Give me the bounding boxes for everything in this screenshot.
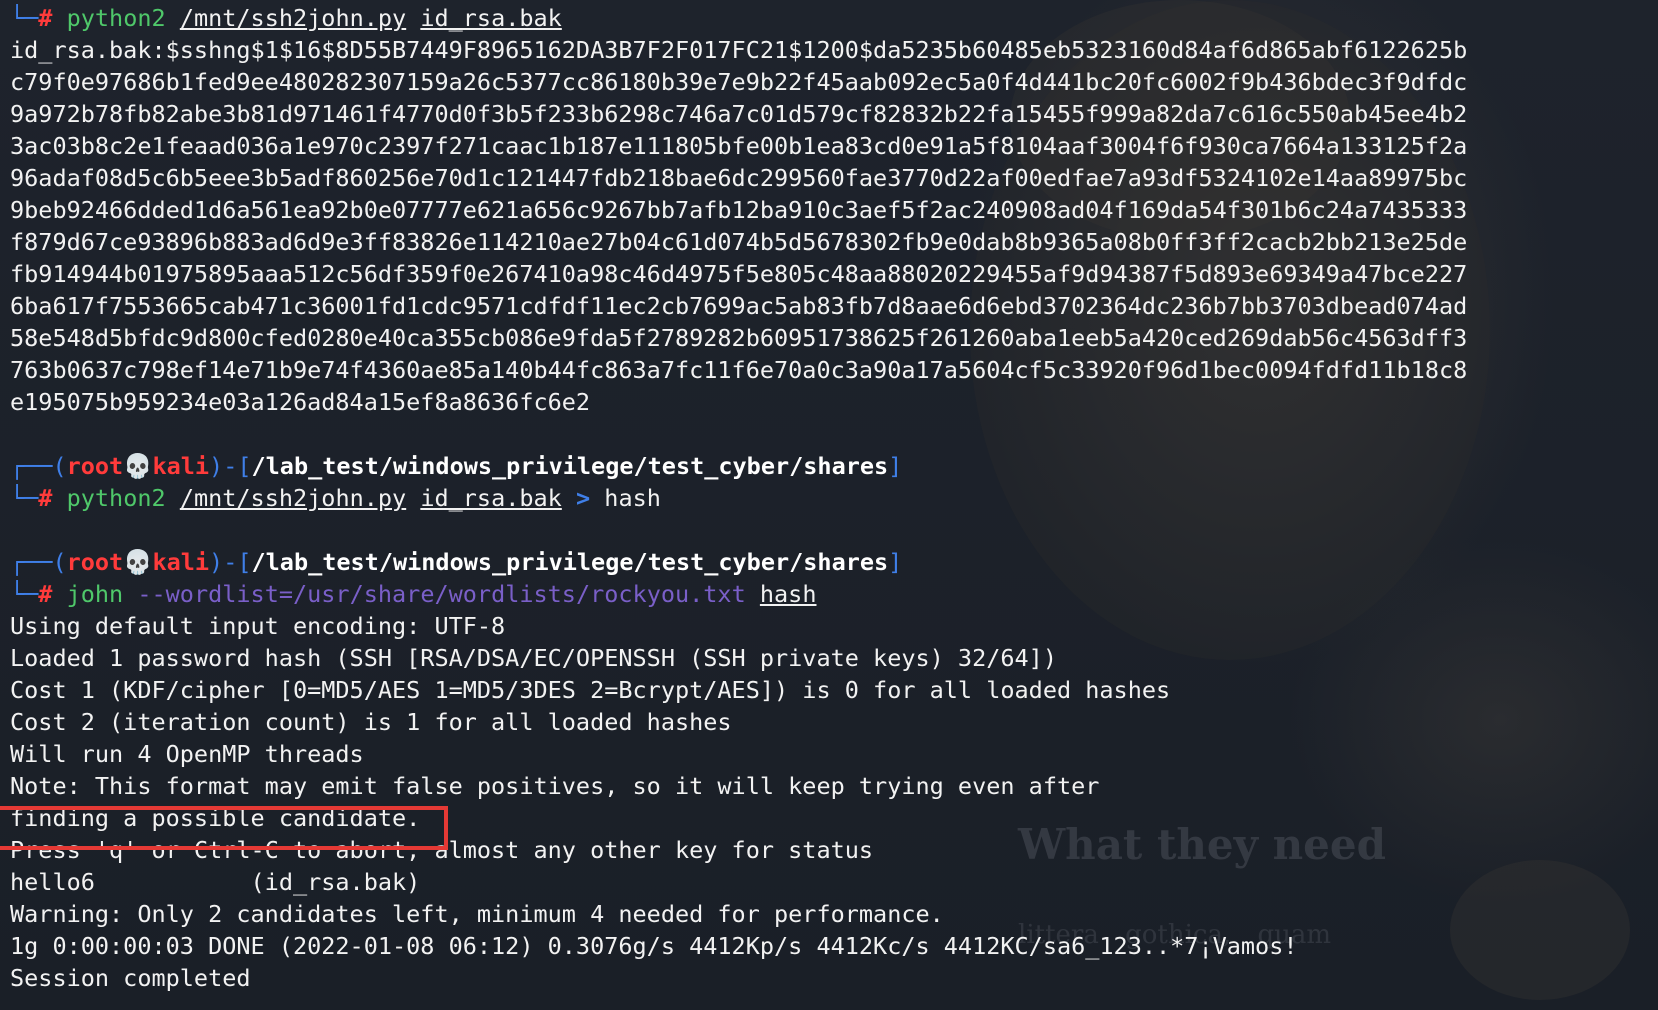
hash-output-line: c79f0e97686b1fed9ee480282307159a26c5377c…	[10, 68, 1468, 96]
command-argument: id_rsa.bak	[420, 4, 562, 32]
prompt-frame-bottom: └─	[10, 580, 39, 608]
prompt-symbol: #	[38, 4, 53, 32]
redirect-target: hash	[604, 484, 661, 512]
prompt-host: kali	[152, 548, 210, 576]
hash-output-line: 96adaf08d5c6b5eee3b5adf860256e70d1c12144…	[10, 164, 1468, 192]
hash-output-line: f879d67ce93896b883ad6d9e3ff83826e114210a…	[10, 228, 1468, 256]
john-output-line: Warning: Only 2 candidates left, minimum…	[10, 900, 944, 928]
prompt-host: kali	[152, 452, 210, 480]
prompt-frame-top: ┌──(	[10, 452, 67, 480]
prompt-path: /lab_test/windows_privilege/test_cyber/s…	[251, 452, 889, 480]
prompt-frame-end: ]	[888, 452, 903, 480]
prompt-path: /lab_test/windows_privilege/test_cyber/s…	[251, 548, 889, 576]
prompt-frame-top: ┌──(	[10, 548, 67, 576]
john-output-line: Session completed	[10, 964, 251, 992]
hash-output-line: 3ac03b8c2e1feaad036a1e970c2397f271caac1b…	[10, 132, 1468, 160]
command-argument: hash	[759, 580, 817, 608]
john-output-line: Note: This format may emit false positiv…	[10, 772, 1100, 800]
prompt-frame-mid: )-[	[209, 548, 252, 576]
prompt-header: ┌──(root💀kali)-[/lab_test/windows_privil…	[10, 546, 1650, 578]
hash-output-line: e195075b959234e03a126ad84a15ef8a8636fc6e…	[10, 388, 591, 416]
hash-output-line: 58e548d5bfdc9d800cfed0280e40ca355cb086e9…	[10, 324, 1468, 352]
prompt-frame-mid: )-[	[209, 452, 252, 480]
skull-icon: 💀	[123, 548, 153, 576]
john-output-line: Will run 4 OpenMP threads	[10, 740, 364, 768]
john-output-line: Cost 2 (iteration count) is 1 for all lo…	[10, 708, 732, 736]
skull-icon: 💀	[123, 452, 153, 480]
prompt-frame-end: ]	[888, 548, 903, 576]
hash-output-line: id_rsa.bak:$sshng$1$16$8D55B7449F8965162…	[10, 36, 1468, 64]
john-output-line: 1g 0:00:00:03 DONE (2022-01-08 06:12) 0.…	[10, 932, 1298, 960]
john-output-line: Loaded 1 password hash (SSH [RSA/DSA/EC/…	[10, 644, 1057, 672]
hash-output-line: fb914944b01975895aaa512c56df359f0e267410…	[10, 260, 1468, 288]
command-line-2: └─# python2 /mnt/ssh2john.py id_rsa.bak …	[10, 482, 1650, 514]
john-output-line: Cost 1 (KDF/cipher [0=MD5/AES 1=MD5/3DES…	[10, 676, 1171, 704]
prompt-user: root	[66, 452, 124, 480]
redirect-operator: >	[575, 484, 591, 512]
prompt-user: root	[66, 548, 124, 576]
prompt-frame-bottom: └─	[10, 484, 39, 512]
hash-output-line: 6ba617f7553665cab471c36001fd1cdc9571cdfd…	[10, 292, 1468, 320]
hash-output-line: 9beb92466dded1d6a561ea92b0e07777e621a656…	[10, 196, 1468, 224]
prompt-symbol: #	[38, 484, 53, 512]
command-option: --wordlist=/usr/share/wordlists/rockyou.…	[137, 580, 746, 608]
command-line-1: └─# python2 /mnt/ssh2john.py id_rsa.bak	[10, 2, 1650, 34]
command-script-path: /mnt/ssh2john.py	[179, 4, 407, 32]
command-argument: id_rsa.bak	[420, 484, 562, 512]
command-name: python2	[66, 4, 166, 32]
command-script-path: /mnt/ssh2john.py	[179, 484, 407, 512]
command-name: john	[66, 580, 124, 608]
terminal-window[interactable]: What they need littera gothica, quam └─#…	[0, 0, 1658, 1010]
password-highlight-box	[0, 806, 448, 850]
prompt-frame-bottom: └─	[10, 4, 39, 32]
prompt-header: ┌──(root💀kali)-[/lab_test/windows_privil…	[10, 450, 1650, 482]
hash-output-line: 763b0637c798ef14e71b9e74f4360ae85a140b44…	[10, 356, 1468, 384]
hash-output-line: 9a972b78fb82abe3b81d971461f4770d0f3b5f23…	[10, 100, 1468, 128]
cracked-password-line: hello6 (id_rsa.bak)	[10, 868, 421, 896]
command-name: python2	[66, 484, 166, 512]
john-output-line: Using default input encoding: UTF-8	[10, 612, 506, 640]
prompt-symbol: #	[38, 580, 53, 608]
command-line-3: └─# john --wordlist=/usr/share/wordlists…	[10, 578, 1650, 610]
